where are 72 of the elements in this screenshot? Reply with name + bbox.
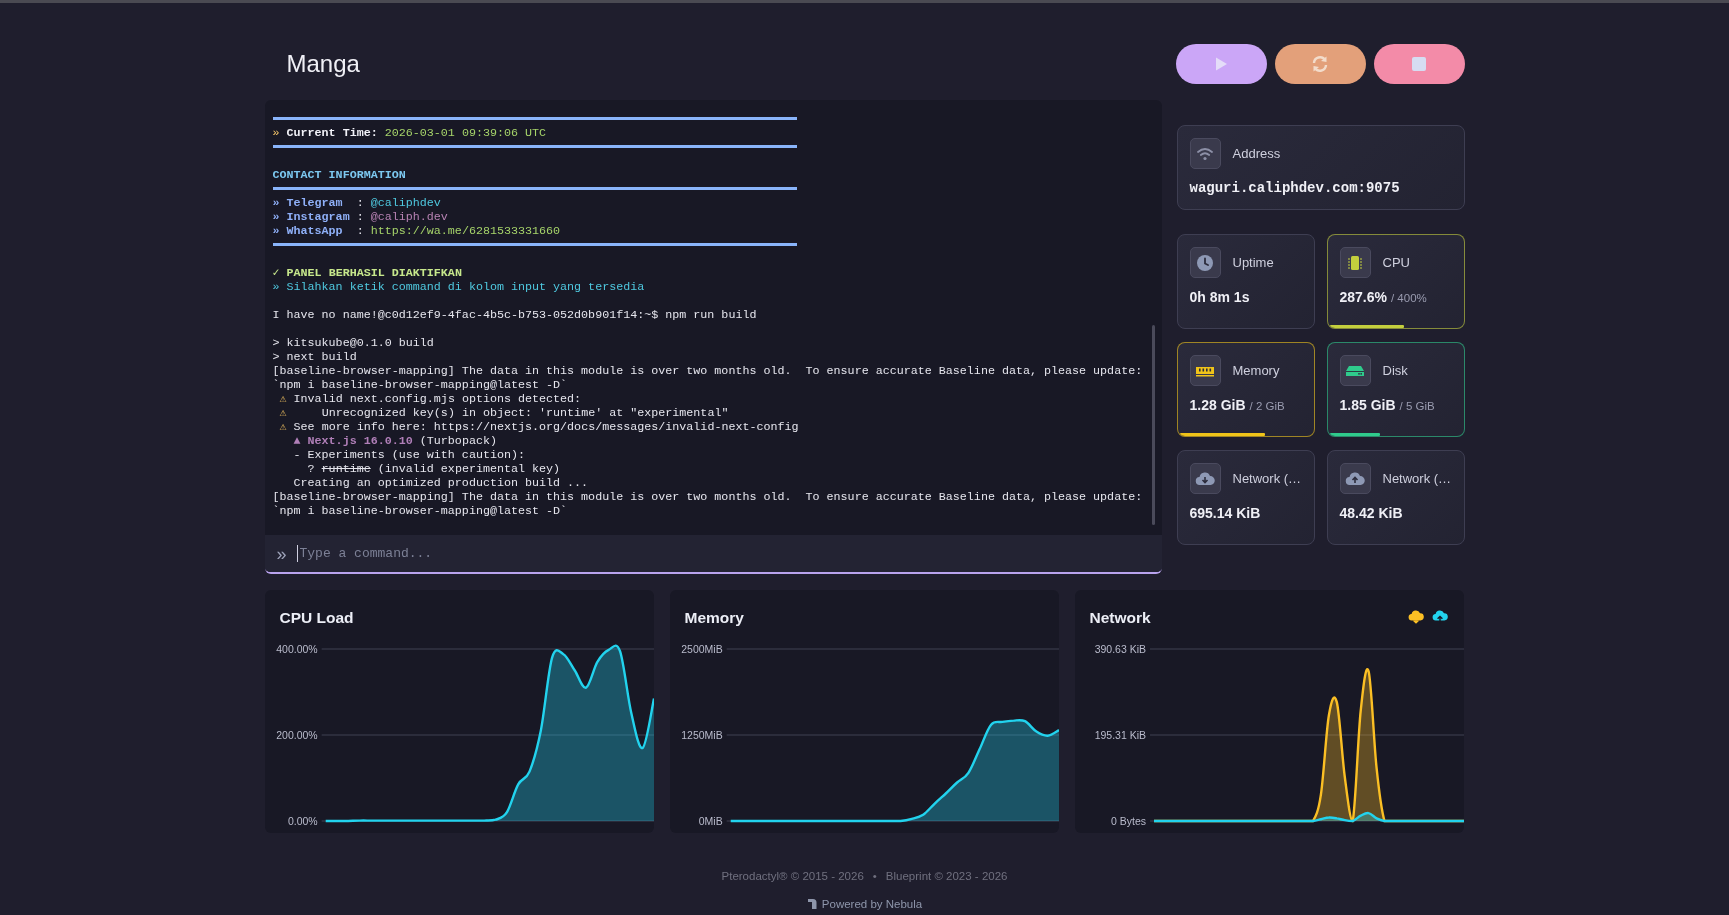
restart-button[interactable] (1274, 44, 1366, 84)
chart-title: Memory (684, 609, 744, 627)
terminal-line: » Telegram : @caliphdev (272, 196, 441, 210)
axis-label: 0.00% (287, 814, 318, 827)
footer-text: Blueprint © 2023 - 2026 (885, 870, 1008, 882)
chart-title: CPU Load (279, 609, 354, 627)
card-label: Network (… (1382, 471, 1452, 486)
terminal-line: > next build (272, 350, 357, 364)
terminal-line: » Silahkan ketik command di kolom input yang tersedia (272, 280, 645, 294)
axis-label: 0MiB (698, 814, 723, 827)
card-label: Uptime (1232, 255, 1274, 270)
restart-icon (1310, 54, 1330, 74)
stat-value: 287.6% (1339, 289, 1387, 305)
stat-limit: / 400% (1391, 292, 1427, 304)
stat-limit: / 5 GiB (1399, 400, 1435, 412)
prompt-icon: » (276, 543, 287, 564)
terminal-line: ✓ PANEL BERHASIL DIAKTIFKAN (272, 266, 462, 280)
axis-label: 195.31 KiB (1094, 728, 1146, 741)
terminal-line: > kitsukube@0.1.0 build (272, 336, 434, 350)
chart-title: Network (1089, 609, 1151, 627)
start-button[interactable] (1175, 44, 1267, 84)
clock-icon (1189, 247, 1221, 278)
address-value: waguri.caliphdev.com:9075 (1189, 180, 1401, 196)
play-icon (1213, 56, 1229, 72)
chip-icon (1339, 247, 1371, 278)
terminal-line: ▲ Next.js 16.0.10 (Turbopack) (292, 434, 497, 448)
axis-label: 200.00% (275, 728, 318, 741)
stat-value: 48.42 KiB (1339, 505, 1403, 521)
footer-text: Pterodactyl® © 2015 - 2026 (721, 870, 864, 882)
cloud-upload-icon (1339, 463, 1371, 494)
stat-value: 695.14 KiB (1189, 505, 1261, 521)
stat-limit: / 2 GiB (1249, 400, 1285, 412)
powered-by-text: Powered by Nebula (821, 898, 923, 910)
card-label: Disk (1382, 363, 1408, 378)
terminal-line: » Current Time: 2026-03-01 09:39:06 UTC (272, 126, 547, 140)
command-input[interactable]: Type a command... (296, 545, 1162, 562)
terminal-line: ⚠ Unrecognized key(s) in object: 'runtime' at "experimental" (278, 406, 729, 420)
axis-label: 1250MiB (680, 728, 723, 741)
scrollbar[interactable] (1151, 325, 1155, 525)
terminal-line: ⚠ See more info here: https://nextjs.org/docs/messages/invalid-next-config (278, 420, 799, 434)
nebula-icon (806, 898, 817, 910)
cloud-download-icon (1189, 463, 1221, 494)
terminal-line: CONTACT INFORMATION (272, 168, 406, 182)
terminal-line: » WhatsApp : https://wa.me/6281533331660 (272, 224, 561, 238)
memory-icon (1189, 355, 1221, 386)
terminal-line: [baseline-browser-mapping] The data in this module is over two months old. To ensure accurate Baseline data, please update: (272, 364, 1143, 378)
card-label: Network (… (1232, 471, 1302, 486)
stop-button[interactable] (1373, 44, 1465, 84)
terminal-line: » Instagram : @caliph.dev (272, 210, 448, 224)
terminal-line: ⚠ Invalid next.config.mjs options detected: (278, 392, 582, 406)
terminal-line: Creating an optimized production build ... (292, 476, 589, 490)
card-label: CPU (1382, 255, 1410, 270)
axis-label: 0 Bytes (1110, 814, 1146, 827)
stat-value: 1.28 GiB (1189, 397, 1246, 413)
terminal-line: I have no name!@c0d12ef9-4fac-4b5c-b753-052d0b901f14:~$ npm run build (272, 308, 757, 322)
wifi-icon (1189, 138, 1221, 169)
stat-value: 1.85 GiB (1339, 397, 1396, 413)
command-field[interactable]: » Type a command... (264, 535, 1162, 572)
axis-label: 400.00% (275, 642, 318, 655)
terminal-line: `npm i baseline-browser-mapping@latest -D` (272, 504, 568, 518)
server-title: Manga (286, 50, 360, 78)
axis-label: 390.63 KiB (1094, 642, 1146, 655)
stat-value: 0h 8m 1s (1189, 289, 1250, 305)
axis-label: 2500MiB (680, 642, 723, 655)
terminal-line: `npm i baseline-browser-mapping@latest -D` (272, 378, 568, 392)
stop-icon (1411, 56, 1427, 72)
terminal-line: ? runtime (invalid experimental key) (306, 462, 561, 476)
terminal-line: [baseline-browser-mapping] The data in this module is over two months old. To ensure accurate Baseline data, please update: (272, 490, 1143, 504)
footer-text: • (872, 870, 877, 882)
terminal-line: - Experiments (use with caution): (292, 448, 525, 462)
card-label: Address (1232, 146, 1281, 161)
card-label: Memory (1232, 363, 1280, 378)
